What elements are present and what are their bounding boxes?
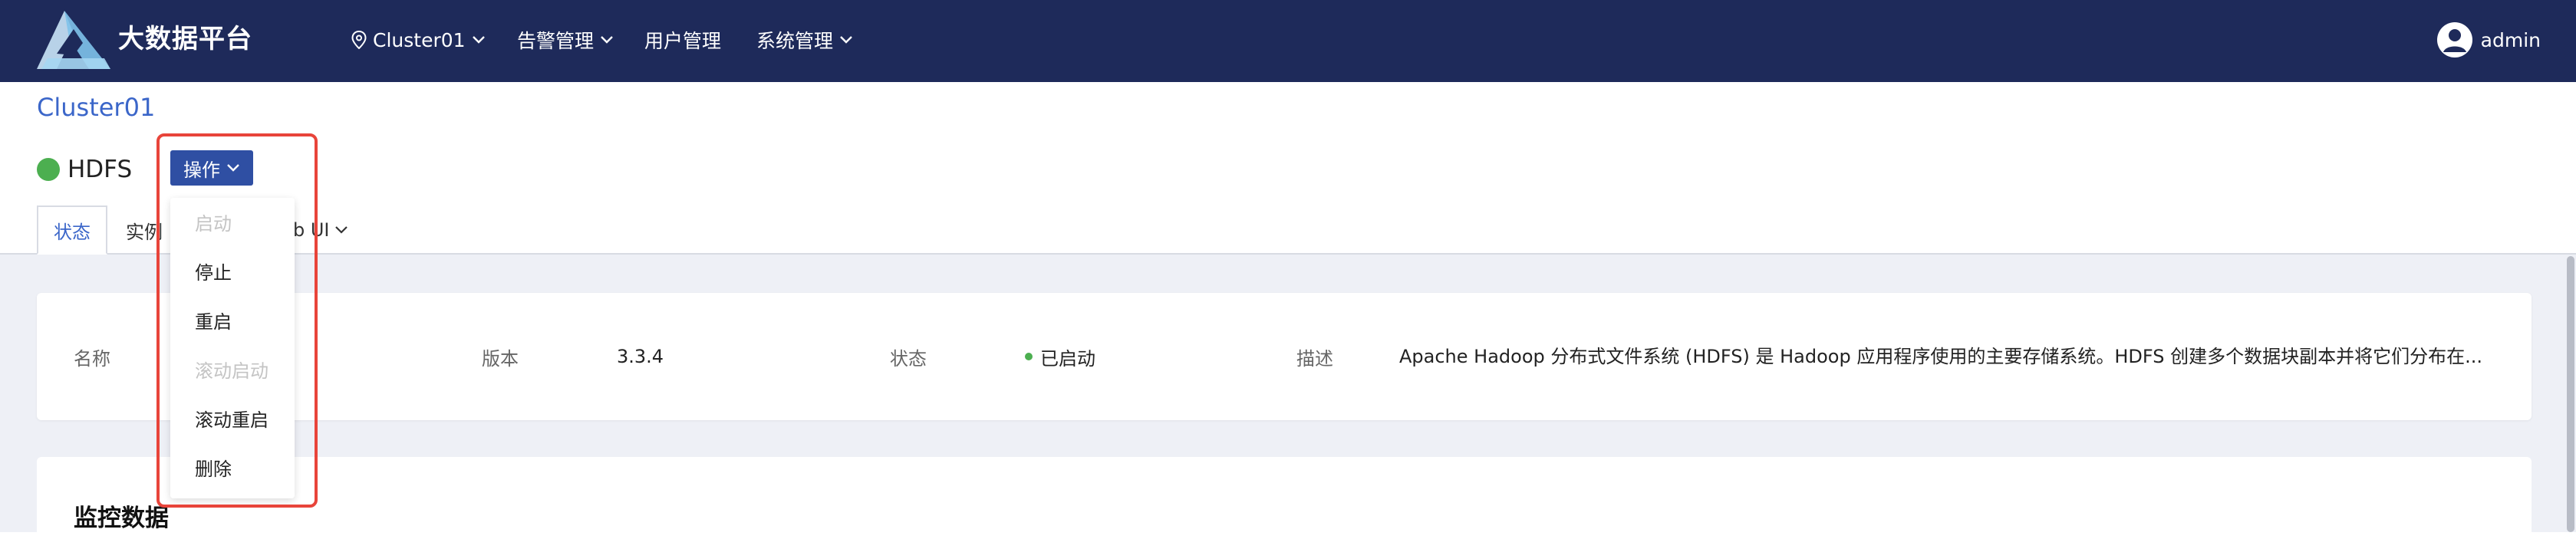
description-label: 描述 bbox=[1296, 347, 1333, 370]
chevron-down-icon bbox=[472, 36, 485, 44]
status-label: 状态 bbox=[890, 347, 927, 370]
scrollbar-thumb[interactable] bbox=[2567, 256, 2574, 532]
brand-title[interactable]: 大数据平台 bbox=[118, 20, 252, 58]
chevron-down-icon bbox=[840, 36, 852, 44]
service-status-dot bbox=[37, 158, 60, 181]
status-value-group: 已启动 bbox=[1025, 293, 1095, 420]
nav-user-management-label: 用户管理 bbox=[644, 30, 722, 52]
monitor-card: 监控数据 bbox=[37, 457, 2532, 549]
user-menu[interactable]: admin bbox=[2436, 20, 2541, 60]
user-avatar-icon bbox=[2436, 22, 2472, 58]
description-cell: Apache Hadoop 分布式文件系统 (HDFS) 是 Hadoop 应用… bbox=[1399, 293, 2496, 420]
nav-system-management-label: 系统管理 bbox=[756, 30, 834, 52]
cluster-selector[interactable]: Cluster01 bbox=[351, 23, 486, 57]
status-dot bbox=[1025, 353, 1033, 360]
nav-alert-management[interactable]: 告警管理 bbox=[517, 23, 614, 57]
top-navbar: 大数据平台 Cluster01 告警管理 用户管理 系统管理 admin bbox=[0, 0, 2576, 82]
tab-status-label: 状态 bbox=[54, 221, 91, 243]
service-info-card: 名称 版本 3.3.4 状态 已启动 描述 Apache Hadoop 分布式文… bbox=[37, 293, 2532, 420]
service-header: HDFS bbox=[37, 150, 132, 189]
nav-alert-management-label: 告警管理 bbox=[517, 30, 595, 52]
highlight-annotation-box bbox=[156, 133, 318, 508]
name-label: 名称 bbox=[74, 347, 110, 370]
username: admin bbox=[2480, 28, 2541, 51]
version-label: 版本 bbox=[482, 347, 519, 370]
version-value: 3.3.4 bbox=[617, 346, 664, 367]
location-pin-icon bbox=[351, 31, 367, 49]
description-value: Apache Hadoop 分布式文件系统 (HDFS) 是 Hadoop 应用… bbox=[1399, 346, 2483, 367]
main-content: 名称 版本 3.3.4 状态 已启动 描述 Apache Hadoop 分布式文… bbox=[0, 255, 2576, 549]
nav-user-management[interactable]: 用户管理 bbox=[644, 23, 721, 57]
service-name: HDFS bbox=[68, 156, 133, 183]
tab-status[interactable]: 状态 bbox=[37, 205, 107, 255]
breadcrumb-cluster[interactable]: Cluster01 bbox=[37, 90, 155, 124]
service-tabs: 状态 实例 bbox=[37, 205, 2576, 255]
monitor-title: 监控数据 bbox=[74, 505, 169, 532]
platform-logo-icon[interactable] bbox=[34, 8, 114, 72]
chevron-down-icon bbox=[601, 36, 613, 44]
chevron-down-icon bbox=[334, 226, 348, 234]
cluster-selector-label: Cluster01 bbox=[373, 28, 466, 51]
nav-system-management[interactable]: 系统管理 bbox=[756, 23, 853, 57]
status-value: 已启动 bbox=[1040, 347, 1095, 370]
